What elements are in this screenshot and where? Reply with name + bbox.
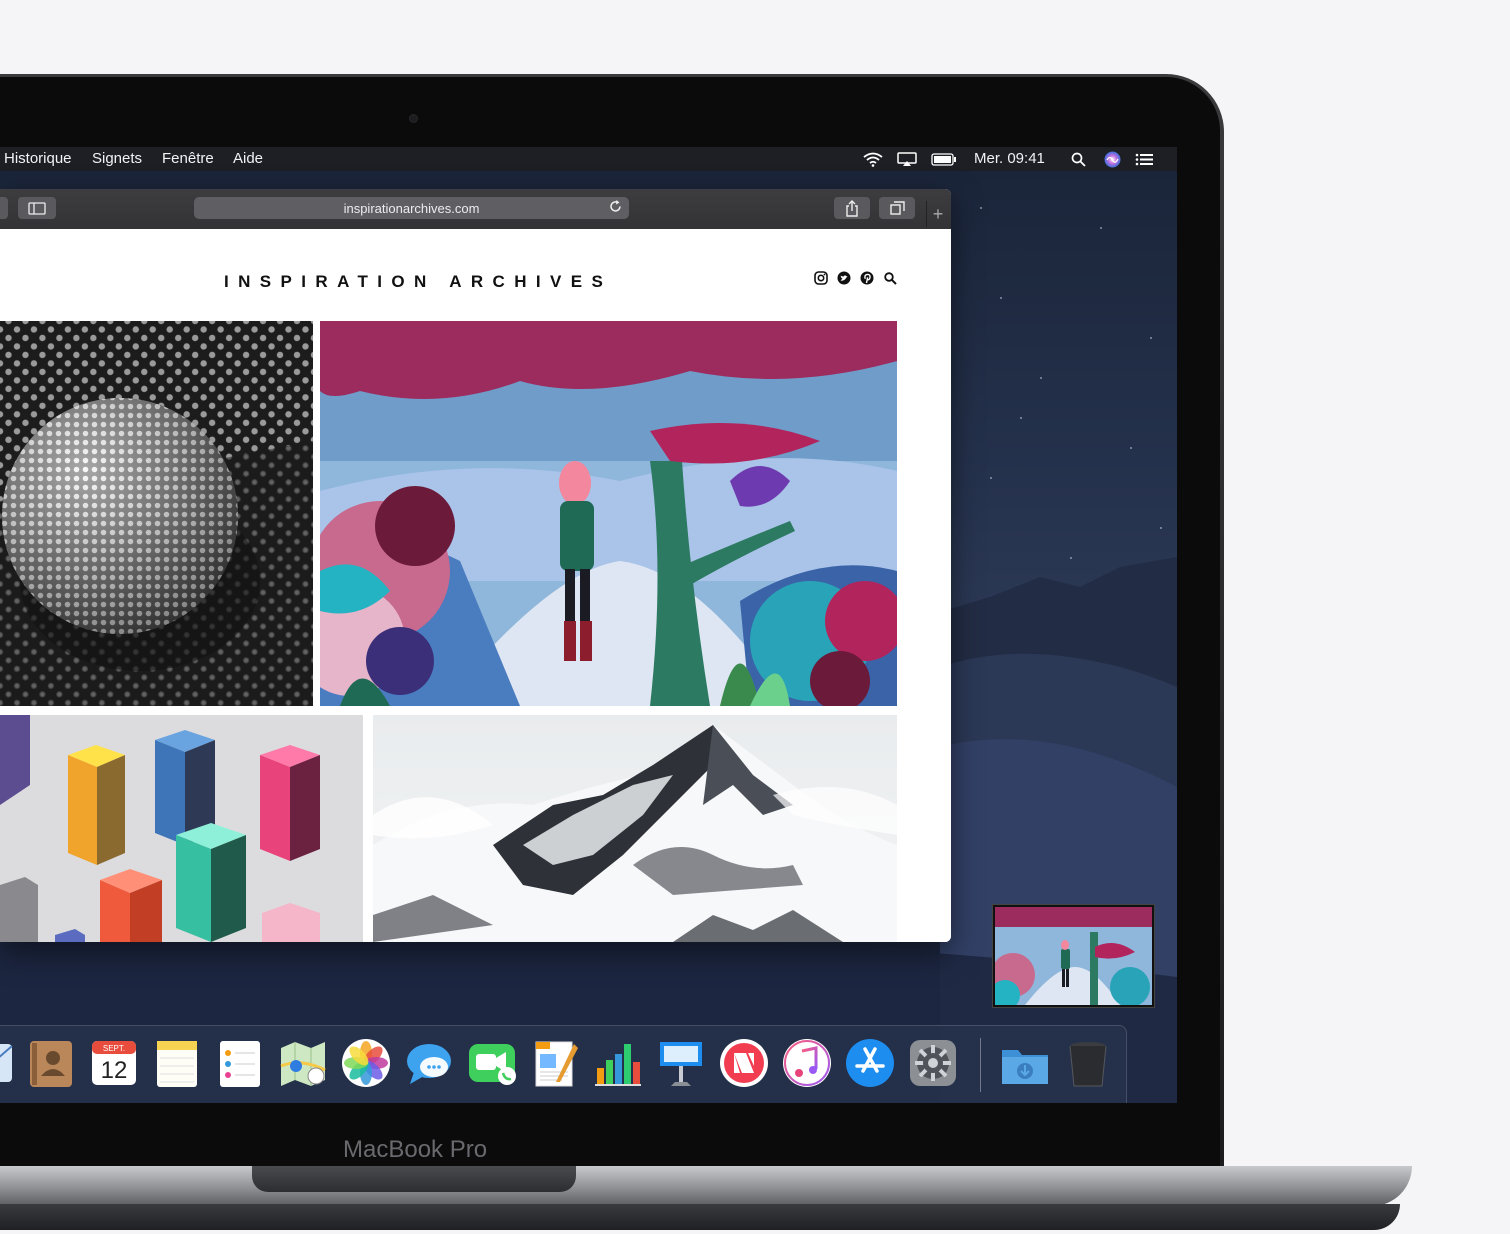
numbers-icon[interactable] xyxy=(591,1036,645,1090)
facetime-icon[interactable] xyxy=(465,1036,519,1090)
dock-separator xyxy=(980,1038,981,1092)
downloads-folder-icon[interactable] xyxy=(998,1036,1052,1090)
calendar-day: 12 xyxy=(101,1057,128,1084)
browser-toolbar: inspirationarchives.com + xyxy=(0,189,951,230)
calendar-icon[interactable]: SEPT. 12 xyxy=(87,1036,141,1090)
battery-icon[interactable] xyxy=(930,151,958,167)
calendar-month: SEPT. xyxy=(103,1044,125,1053)
camera-icon xyxy=(409,114,418,123)
pages-icon[interactable] xyxy=(528,1036,582,1090)
gallery-tile-forest-illustration[interactable] xyxy=(320,321,897,706)
reload-icon[interactable] xyxy=(608,199,623,217)
tabs-icon xyxy=(889,201,905,215)
menu-aide[interactable]: Aide xyxy=(233,150,263,167)
menu-historique[interactable]: Historique xyxy=(4,150,72,167)
site-title[interactable]: INSPIRATION ARCHIVES xyxy=(224,272,612,292)
safari-window: inspirationarchives.com + INSPIRATION AR… xyxy=(0,189,951,942)
trash-icon[interactable] xyxy=(1061,1036,1115,1090)
search-icon[interactable] xyxy=(883,271,897,285)
dock: SEPT. 12 xyxy=(0,1025,1127,1103)
notes-icon[interactable] xyxy=(150,1036,204,1090)
itunes-icon[interactable] xyxy=(780,1036,834,1090)
news-icon[interactable] xyxy=(717,1036,771,1090)
pinterest-icon[interactable] xyxy=(860,271,874,285)
desktop-screen: Historique Signets Fenêtre Aide Mer. 09:… xyxy=(0,147,1177,1103)
spotlight-search-icon[interactable] xyxy=(1069,151,1087,167)
sidebar-icon xyxy=(28,201,46,215)
app-store-icon[interactable] xyxy=(843,1036,897,1090)
keynote-icon[interactable] xyxy=(654,1036,708,1090)
instagram-icon[interactable] xyxy=(814,271,828,285)
tabs-overview-button[interactable] xyxy=(879,197,915,219)
web-page: INSPIRATION ARCHIVES xyxy=(0,229,951,942)
siri-icon[interactable] xyxy=(1103,151,1121,167)
notification-center-icon[interactable] xyxy=(1134,151,1154,167)
menu-signets[interactable]: Signets xyxy=(92,150,142,167)
sidebar-toggle-button[interactable] xyxy=(18,197,56,219)
gallery-tile-cubes[interactable] xyxy=(0,715,363,942)
menu-fenetre[interactable]: Fenêtre xyxy=(162,150,214,167)
photos-icon[interactable] xyxy=(339,1036,393,1090)
new-tab-button[interactable]: + xyxy=(926,201,949,227)
system-preferences-icon[interactable] xyxy=(906,1036,960,1090)
contacts-icon[interactable] xyxy=(24,1036,78,1090)
device-label: MacBook Pro xyxy=(343,1136,488,1163)
back-button[interactable] xyxy=(0,197,8,219)
laptop-base-bottom xyxy=(0,1204,1400,1230)
menubar-clock[interactable]: Mer. 09:41 xyxy=(974,150,1045,167)
maps-icon[interactable] xyxy=(276,1036,330,1090)
wifi-icon[interactable] xyxy=(862,151,884,167)
address-bar-url: inspirationarchives.com xyxy=(343,200,480,216)
gallery-tile-halftone-sphere[interactable] xyxy=(0,321,313,706)
mail-icon[interactable] xyxy=(0,1036,16,1090)
gallery-tile-mountain[interactable] xyxy=(373,715,897,942)
twitter-icon[interactable] xyxy=(837,271,851,285)
screenshot-thumbnail[interactable] xyxy=(993,905,1154,1007)
address-bar[interactable]: inspirationarchives.com xyxy=(194,197,629,219)
laptop-base xyxy=(0,1166,1412,1206)
lid-notch xyxy=(252,1166,576,1192)
share-icon xyxy=(846,199,858,217)
airplay-icon[interactable] xyxy=(896,151,918,167)
menu-bar: Historique Signets Fenêtre Aide Mer. 09:… xyxy=(0,147,1177,171)
reminders-icon[interactable] xyxy=(213,1036,267,1090)
share-button[interactable] xyxy=(834,197,870,219)
messages-icon[interactable] xyxy=(402,1036,456,1090)
